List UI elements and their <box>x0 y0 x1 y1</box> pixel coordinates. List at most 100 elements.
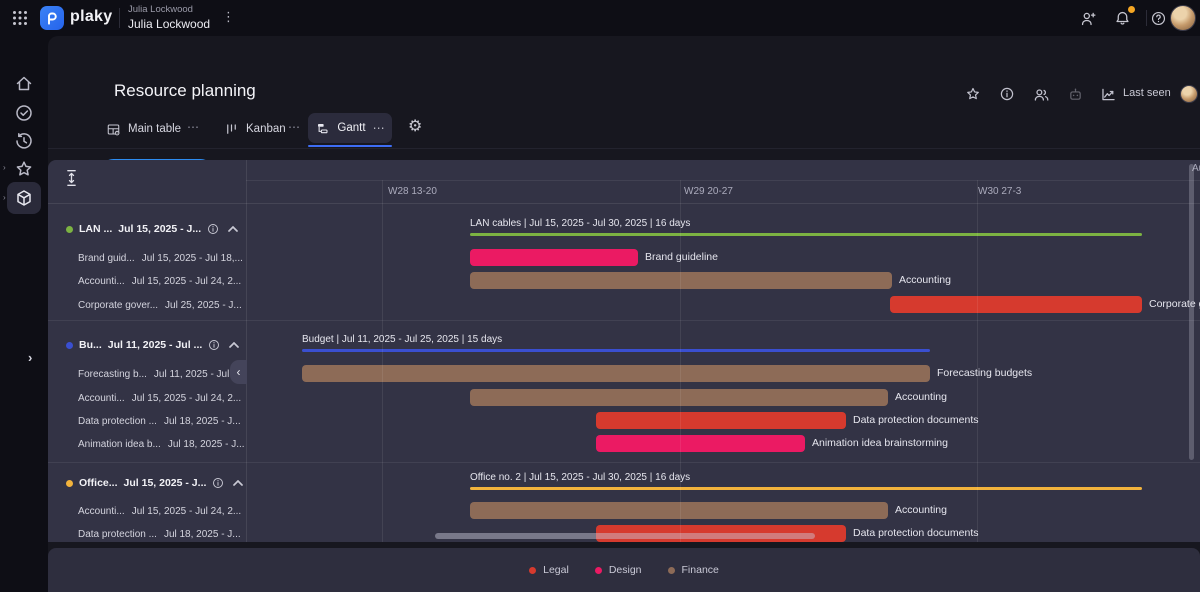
group-summary-bar[interactable] <box>470 487 1142 490</box>
task-bar[interactable] <box>470 272 892 289</box>
horizontal-scrollbar[interactable] <box>435 533 815 539</box>
task-name: Forecasting b... <box>78 369 147 380</box>
panel-task-row[interactable]: Animation idea b... Jul 18, 2025 - J... <box>48 436 246 452</box>
task-bar[interactable] <box>470 249 638 266</box>
task-dates: Jul 18, 2025 - J... <box>168 439 245 450</box>
panel-task-row[interactable]: Forecasting b... Jul 11, 2025 - Jul ... <box>48 366 246 382</box>
legend-label: Finance <box>682 564 719 576</box>
tab-gantt-active[interactable]: Gantt ⋯ <box>308 113 392 143</box>
week-header-label: W28 13-20 <box>388 186 437 197</box>
task-bar-label: Data protection documents <box>853 412 979 429</box>
legend-dot <box>668 567 675 574</box>
group-summary-bar[interactable] <box>470 233 1142 236</box>
week-header-label: W29 20-27 <box>684 186 733 197</box>
task-bar-label: Accounting <box>899 272 951 289</box>
sidebar-expand-chevron-icon[interactable]: › <box>28 350 32 365</box>
group-info-icon[interactable] <box>208 339 220 351</box>
invite-user-icon[interactable] <box>1080 10 1097 27</box>
task-name: Accounti... <box>78 276 125 287</box>
activity-chart-icon[interactable] <box>1100 86 1117 103</box>
user-avatar[interactable] <box>1170 5 1196 31</box>
divider <box>246 180 1200 181</box>
group-name: Bu... <box>79 339 102 351</box>
panel-task-row[interactable]: Accounti...Jul 15, 2025 - Jul 24, 2... <box>48 390 246 406</box>
task-dates: Jul 15, 2025 - Jul 24, 2... <box>132 506 242 517</box>
tab-gantt-menu-icon[interactable]: ⋯ <box>373 121 385 135</box>
apps-grid-icon[interactable] <box>12 10 28 26</box>
group-collapse-chevron-icon[interactable] <box>233 480 243 486</box>
task-bar[interactable] <box>596 412 846 429</box>
group-color-dot <box>66 480 73 487</box>
panel-group-row[interactable]: Office...Jul 15, 2025 - J... <box>48 474 246 492</box>
panel-group-row[interactable]: LAN ...Jul 15, 2025 - J... <box>48 220 246 238</box>
tab-label: Main table <box>128 123 181 135</box>
brand-name[interactable]: plaky <box>70 8 112 26</box>
group-color-dot <box>66 342 73 349</box>
week-gridline <box>382 180 383 542</box>
group-info-icon[interactable] <box>207 223 219 235</box>
notifications-bell-icon[interactable] <box>1114 10 1131 27</box>
tab-kanban[interactable]: Kanban <box>224 116 286 142</box>
divider <box>1146 10 1147 26</box>
group-summary-bar[interactable] <box>302 349 930 352</box>
legend-label: Design <box>609 564 642 576</box>
group-summary-label: LAN cables | Jul 15, 2025 - Jul 30, 2025… <box>470 218 690 229</box>
task-name: Data protection ... <box>78 416 157 427</box>
task-bar[interactable] <box>596 435 805 452</box>
task-dates: Jul 18, 2025 - J... <box>164 529 241 540</box>
task-dates: Jul 11, 2025 - Jul ... <box>154 369 241 380</box>
legend-item: Design <box>595 564 642 576</box>
views-settings-gear-icon[interactable]: ⚙ <box>408 116 422 136</box>
task-bar[interactable] <box>302 365 930 382</box>
legend-bar: Legal Design Finance <box>48 548 1200 592</box>
task-dates: Jul 25, 2025 - J... <box>165 300 242 311</box>
task-bar[interactable] <box>470 389 888 406</box>
panel-divider[interactable] <box>246 160 247 542</box>
panel-task-row[interactable]: Data protection ...Jul 18, 2025 - J... <box>48 413 246 429</box>
legend-label: Legal <box>543 564 569 576</box>
boards-pip-icon: › <box>3 193 6 202</box>
workspace-name[interactable]: Julia Lockwood <box>128 17 210 31</box>
vertical-scrollbar[interactable] <box>1189 164 1194 460</box>
tab-kanban-menu-icon[interactable]: ⋯ <box>288 120 300 134</box>
star-pip-icon: › <box>3 163 6 172</box>
week-gridline <box>977 180 978 542</box>
task-bar-label: Animation idea brainstorming <box>812 435 948 452</box>
panel-task-row[interactable]: Accounti... Jul 15, 2025 - Jul 24, 2... <box>48 503 246 519</box>
home-icon[interactable] <box>14 74 34 94</box>
panel-task-row[interactable]: Data protection ...Jul 18, 2025 - J... <box>48 526 246 542</box>
plaky-logo-icon[interactable] <box>40 6 64 30</box>
panel-task-row[interactable]: Brand guid...Jul 15, 2025 - Jul 18,... <box>48 250 246 266</box>
tab-main-table-menu-icon[interactable]: ⋯ <box>187 120 199 134</box>
task-bar[interactable] <box>470 502 888 519</box>
automation-robot-icon[interactable] <box>1067 86 1084 103</box>
boards-cube-icon[interactable] <box>14 188 34 208</box>
favorite-star-icon[interactable] <box>965 86 981 102</box>
panel-collapse-button[interactable]: ‹ <box>230 360 247 384</box>
group-collapse-chevron-icon[interactable] <box>229 342 239 348</box>
task-name: Animation idea b... <box>78 439 161 450</box>
task-name: Accounti... <box>78 393 125 404</box>
tab-label: Gantt <box>337 122 365 134</box>
collapse-all-groups-icon[interactable] <box>64 168 79 188</box>
help-icon[interactable] <box>1150 10 1167 27</box>
panel-group-row[interactable]: Bu... Jul 11, 2025 - Jul ... <box>48 336 246 354</box>
group-collapse-chevron-icon[interactable] <box>228 226 238 232</box>
tab-main-table[interactable]: Main table <box>106 116 181 142</box>
page-title: Resource planning <box>114 81 256 101</box>
board-info-icon[interactable] <box>999 86 1015 102</box>
workspace-menu-kebab-icon[interactable]: ⋮ <box>222 9 235 25</box>
tasks-check-icon[interactable] <box>14 103 34 123</box>
board-area: Resource planning Last seen ⋯ <box>48 36 1200 592</box>
last-seen-avatar[interactable] <box>1180 85 1198 103</box>
starred-icon[interactable] <box>14 159 34 179</box>
recent-history-icon[interactable] <box>14 131 34 151</box>
task-bar[interactable] <box>890 296 1142 313</box>
group-dates: Jul 11, 2025 - Jul ... <box>108 339 203 351</box>
panel-task-row[interactable]: Corporate gover...Jul 25, 2025 - J... <box>48 297 246 313</box>
board-members-icon[interactable] <box>1033 86 1050 103</box>
panel-task-row[interactable]: Accounti...Jul 15, 2025 - Jul 24, 2... <box>48 273 246 289</box>
group-info-icon[interactable] <box>212 477 224 489</box>
task-name: Accounti... <box>78 506 125 517</box>
group-name: LAN ... <box>79 223 112 235</box>
